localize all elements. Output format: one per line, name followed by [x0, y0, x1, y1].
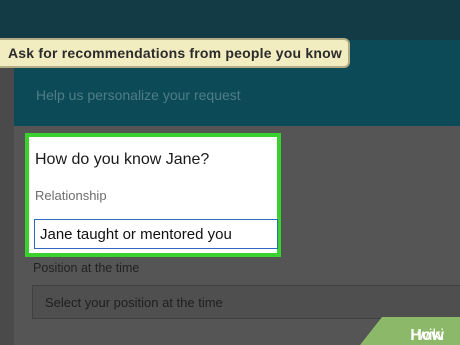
relationship-label: Relationship — [35, 188, 107, 203]
instruction-caption: Ask for recommendations from people you … — [0, 38, 350, 68]
relationship-question: How do you know Jane? — [35, 151, 210, 168]
header-top-strip — [0, 0, 460, 40]
position-field-label: Position at the time — [33, 261, 140, 275]
header-subtitle: Help us personalize your request — [36, 87, 241, 103]
position-select-placeholder: Select your position at the time — [45, 295, 223, 310]
relationship-select-value: Jane taught or mentored you — [40, 226, 232, 243]
relationship-select[interactable]: Jane taught or mentored you — [34, 219, 278, 249]
relationship-highlight: How do you know Jane? Relationship Jane … — [25, 133, 281, 257]
caption-text: Ask for recommendations from people you … — [8, 45, 342, 61]
watermark-suffix: How — [410, 327, 444, 344]
position-select[interactable]: Select your position at the time — [32, 285, 460, 319]
